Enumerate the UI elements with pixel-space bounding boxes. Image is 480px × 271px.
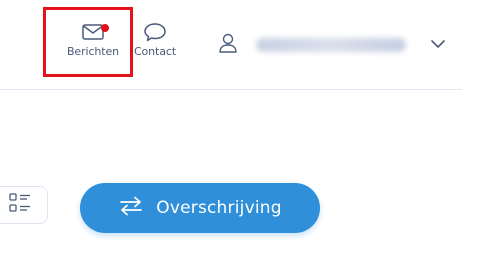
transfer-button-label: Overschrijving: [156, 198, 282, 218]
transfer-button[interactable]: Overschrijving: [80, 183, 320, 233]
nav-contact-label: Contact: [133, 45, 177, 58]
header-divider: [0, 89, 462, 90]
user-icon: [218, 32, 238, 58]
list-view-toggle[interactable]: [0, 186, 48, 224]
user-account[interactable]: [218, 30, 406, 60]
list-view-icon: [7, 192, 33, 218]
user-name-redacted: [256, 38, 406, 52]
nav-contact[interactable]: Contact: [128, 18, 182, 58]
top-navigation-bar: Berichten Contact: [0, 0, 480, 90]
transfer-arrows-icon: [118, 195, 144, 221]
chevron-down-icon[interactable]: [430, 35, 446, 54]
highlight-box: [43, 7, 133, 77]
speech-bubble-icon: [128, 18, 182, 42]
